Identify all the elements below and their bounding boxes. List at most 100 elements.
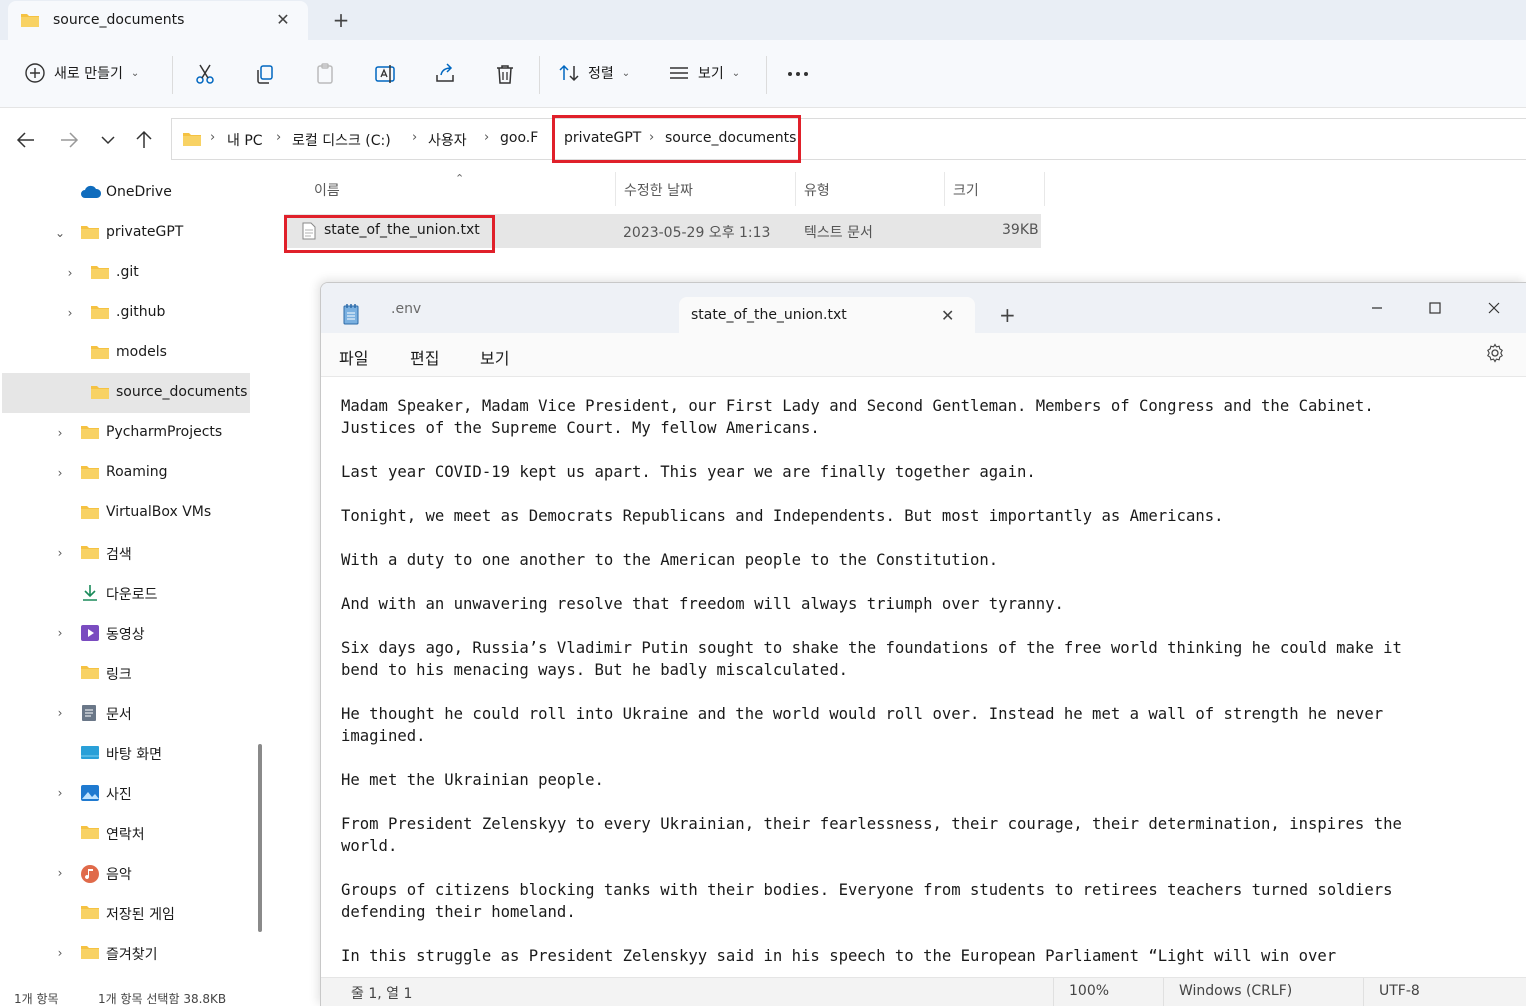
sidebar-item-label: 다운로드: [106, 587, 158, 603]
chevron-right-icon[interactable]: ›: [52, 465, 68, 481]
column-header-name[interactable]: 이름: [314, 180, 340, 200]
folder-icon: [80, 904, 100, 922]
chevron-right-icon[interactable]: ›: [62, 305, 78, 321]
column-divider[interactable]: [615, 172, 616, 206]
column-divider[interactable]: [944, 172, 945, 206]
chevron-down-icon[interactable]: ⌄: [52, 225, 68, 241]
sidebar-item-label: OneDrive: [106, 184, 172, 200]
navigation-pane: OneDrive ⌄ privateGPT › .git › .github models so…: [0, 172, 272, 1006]
sidebar-item[interactable]: 연락처: [0, 813, 250, 853]
view-button[interactable]: 보기 ⌄: [668, 62, 740, 84]
settings-gear-icon[interactable]: [1485, 343, 1505, 363]
chevron-right-icon[interactable]: ›: [62, 265, 78, 281]
column-header-type[interactable]: 유형: [804, 180, 830, 200]
sidebar-item[interactable]: 링크: [0, 653, 250, 693]
sidebar-item[interactable]: OneDrive: [0, 173, 250, 213]
up-arrow-icon[interactable]: [132, 128, 156, 152]
share-icon[interactable]: [433, 62, 457, 86]
notepad-text-content[interactable]: Madam Speaker, Madam Vice President, our…: [341, 395, 1511, 967]
folder-icon: [182, 131, 202, 147]
breadcrumb-item[interactable]: goo.F: [500, 130, 538, 146]
breadcrumb-item[interactable]: 로컬 디스크 (C:): [292, 130, 391, 150]
item-count: 1개 항목: [14, 992, 59, 1006]
chevron-right-icon[interactable]: ›: [52, 545, 68, 561]
sidebar-item[interactable]: › PycharmProjects: [0, 413, 250, 453]
cloud-icon: [80, 184, 102, 202]
breadcrumb-item[interactable]: privateGPT: [564, 130, 641, 146]
sort-icon: [558, 62, 580, 84]
breadcrumb-item[interactable]: 사용자: [428, 130, 467, 150]
sidebar-item[interactable]: › 사진: [0, 773, 250, 813]
sidebar-item[interactable]: › 검색: [0, 533, 250, 573]
sidebar-item[interactable]: › 음악: [0, 853, 250, 893]
new-button[interactable]: 새로 만들기 ⌄: [24, 62, 139, 84]
window-close-icon[interactable]: [1474, 291, 1514, 325]
chevron-right-icon[interactable]: ›: [52, 425, 68, 441]
sidebar-item[interactable]: 다운로드: [0, 573, 250, 613]
sidebar-item-label: VirtualBox VMs: [106, 504, 212, 520]
cut-icon[interactable]: [193, 62, 217, 86]
breadcrumb-item-current[interactable]: source_documents: [665, 130, 796, 146]
explorer-tab-bar: source_documents ✕ +: [0, 0, 1526, 40]
view-label: 보기: [698, 66, 724, 82]
sidebar-item[interactable]: source_documents: [2, 373, 250, 413]
chevron-right-icon[interactable]: ›: [52, 705, 68, 721]
chevron-right-icon[interactable]: ›: [52, 945, 68, 961]
rename-icon[interactable]: [373, 62, 397, 86]
minimize-icon[interactable]: [1357, 291, 1397, 325]
notepad-tab-label: .env: [391, 301, 422, 317]
column-divider[interactable]: [1044, 172, 1045, 206]
menu-edit[interactable]: 편집: [410, 345, 439, 369]
close-icon[interactable]: ✕: [941, 306, 954, 325]
chevron-right-icon[interactable]: ›: [52, 785, 68, 801]
sidebar-item[interactable]: models: [0, 333, 250, 373]
plus-circle-icon: [24, 62, 46, 84]
new-tab-button[interactable]: +: [999, 303, 1016, 327]
folder-icon: [80, 224, 100, 242]
sidebar-item[interactable]: ⌄ privateGPT: [0, 213, 250, 253]
menu-file[interactable]: 파일: [339, 345, 368, 369]
notepad-editor[interactable]: Madam Speaker, Madam Vice President, our…: [321, 377, 1526, 977]
notepad-tab-active[interactable]: state_of_the_union.txt ✕: [679, 297, 975, 333]
sidebar-item[interactable]: › 문서: [0, 693, 250, 733]
breadcrumb-chevron-icon: ›: [276, 130, 282, 145]
sidebar-item[interactable]: › .github: [0, 293, 250, 333]
delete-icon[interactable]: [493, 62, 517, 86]
sidebar-item-label: 바탕 화면: [106, 747, 162, 763]
chevron-right-icon[interactable]: ›: [52, 625, 68, 641]
sidebar-item[interactable]: › Roaming: [0, 453, 250, 493]
new-tab-button[interactable]: +: [329, 8, 353, 32]
address-bar[interactable]: › 내 PC › 로컬 디스크 (C:) › 사용자 › goo.F priva…: [171, 115, 1526, 163]
chevron-right-icon[interactable]: ›: [52, 865, 68, 881]
toolbar-divider: [766, 56, 767, 94]
column-header-modified[interactable]: 수정한 날짜: [624, 180, 693, 200]
sidebar-item[interactable]: VirtualBox VMs: [0, 493, 250, 533]
sidebar-item[interactable]: › .git: [0, 253, 250, 293]
sidebar-item-label: 즐겨찾기: [106, 947, 158, 963]
sidebar-item[interactable]: › 즐겨찾기: [0, 933, 250, 973]
close-icon[interactable]: ✕: [274, 11, 292, 29]
music-icon: [80, 864, 100, 883]
line-ending: Windows (CRLF): [1179, 983, 1293, 999]
sidebar-item-label: 동영상: [106, 627, 145, 643]
sort-button[interactable]: 정렬 ⌄: [558, 62, 630, 84]
column-header-size[interactable]: 크기: [953, 180, 979, 200]
more-options-icon[interactable]: [786, 62, 810, 86]
sidebar-item[interactable]: 저장된 게임: [0, 893, 250, 933]
sidebar-item[interactable]: 바탕 화면: [0, 733, 250, 773]
sidebar-scrollbar[interactable]: [258, 744, 262, 932]
recent-locations-icon[interactable]: [96, 128, 120, 152]
maximize-icon[interactable]: [1415, 291, 1455, 325]
copy-icon[interactable]: [253, 62, 277, 86]
sidebar-item[interactable]: › 동영상: [0, 613, 250, 653]
paste-icon[interactable]: [313, 62, 337, 86]
menu-view[interactable]: 보기: [480, 345, 509, 369]
column-divider[interactable]: [795, 172, 796, 206]
explorer-tab[interactable]: source_documents ✕: [8, 1, 308, 40]
breadcrumb-chevron-icon: ›: [412, 130, 418, 145]
sidebar-item-label: 저장된 게임: [106, 907, 175, 923]
forward-arrow-icon[interactable]: [57, 128, 81, 152]
back-arrow-icon[interactable]: [14, 128, 38, 152]
status-divider: [1053, 978, 1054, 1006]
breadcrumb-item[interactable]: 내 PC: [227, 130, 263, 150]
